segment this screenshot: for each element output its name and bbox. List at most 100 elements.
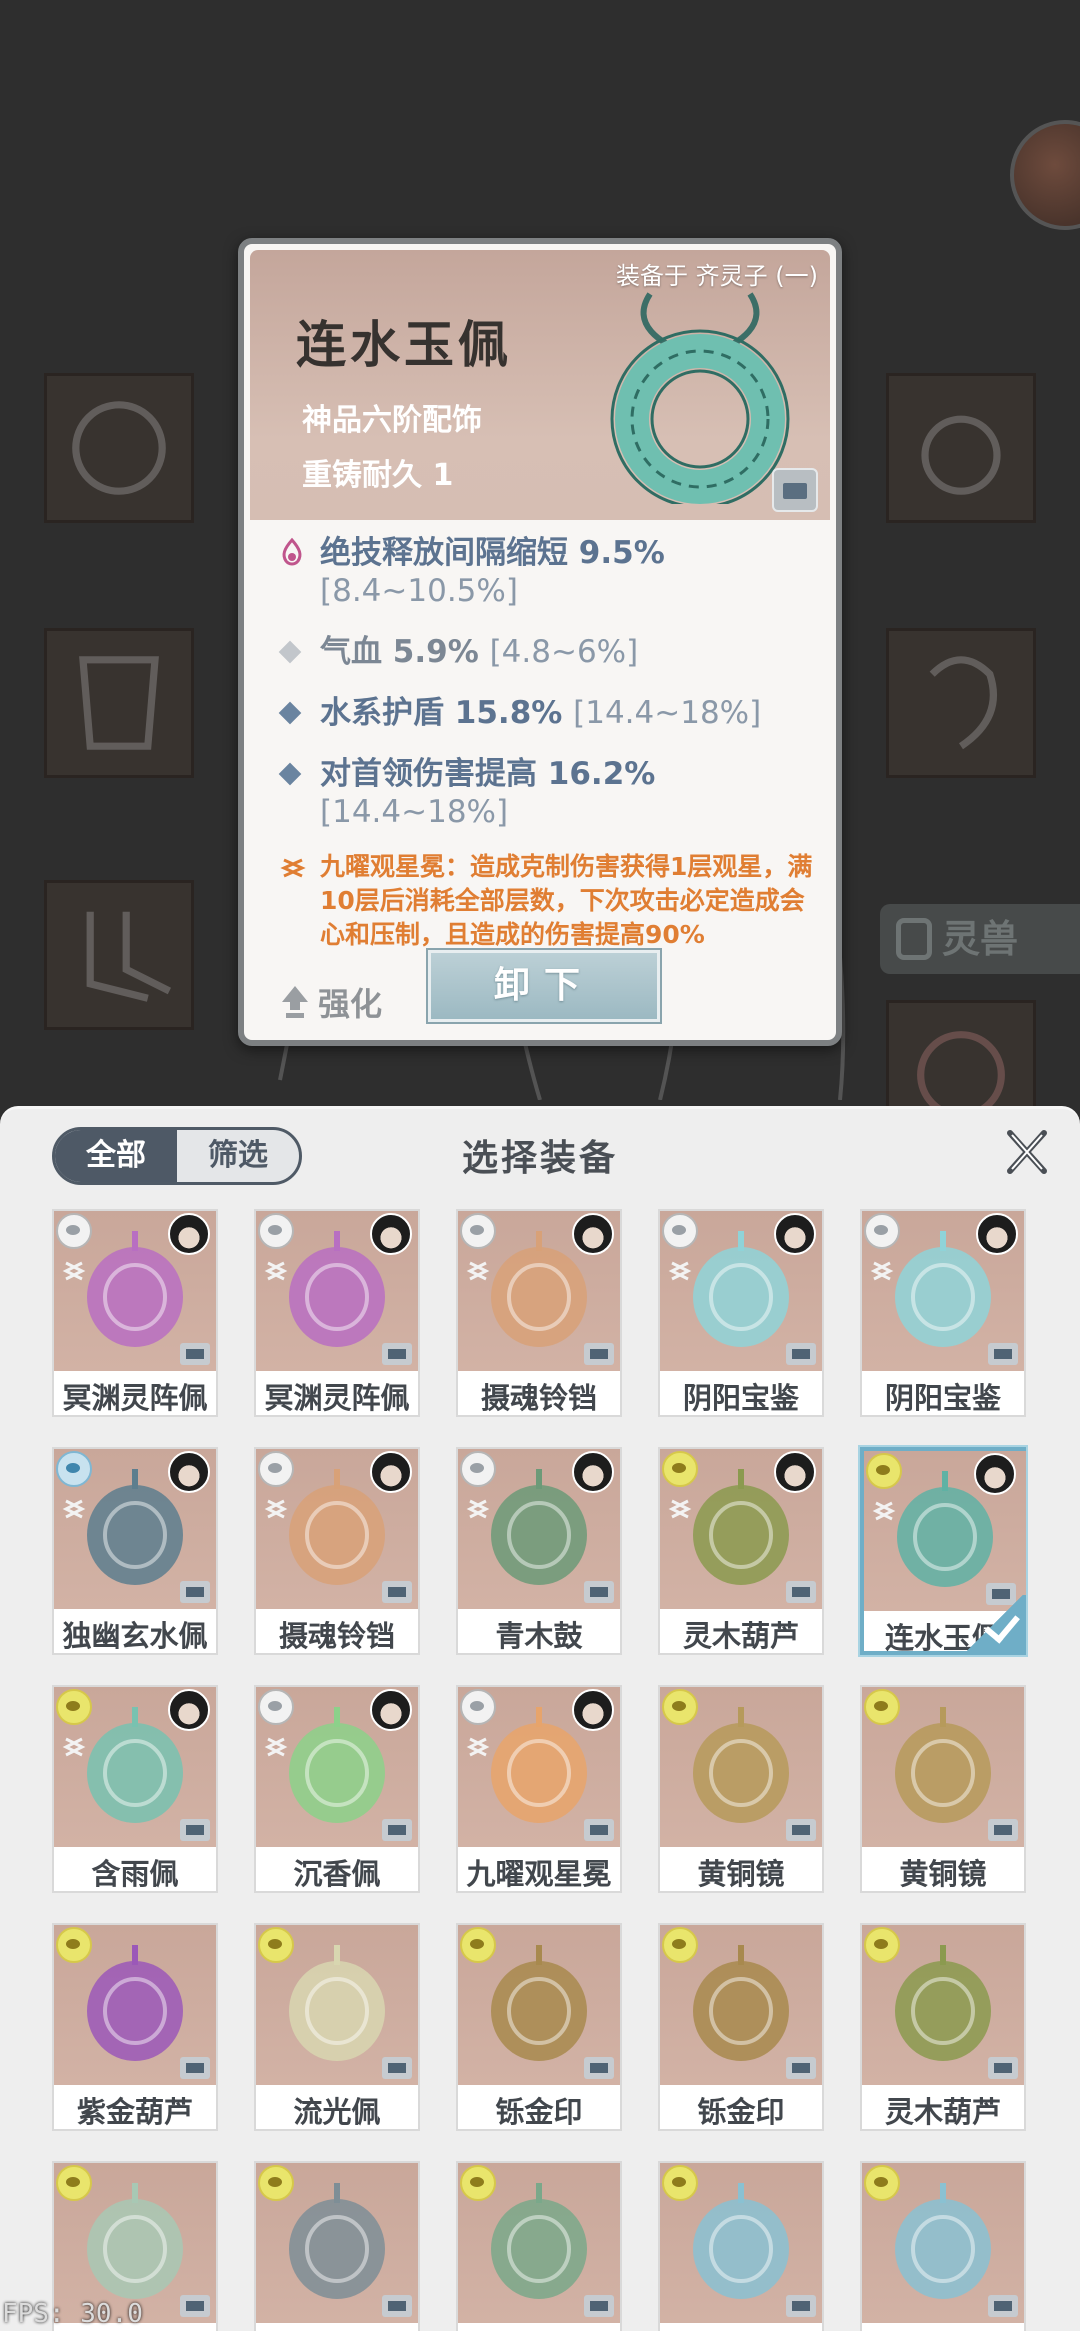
equipment-card[interactable]: 铄金印: [658, 1923, 824, 2131]
set-knot-icon: [264, 1261, 288, 1281]
element-tag-icon: [864, 1689, 900, 1725]
fps-counter: FPS: 30.0: [2, 2299, 143, 2329]
set-knot-icon: [62, 1499, 86, 1519]
item-durability: 重铸耐久 1: [302, 458, 454, 493]
element-tag-icon: [662, 1689, 698, 1725]
equipment-name: 独幽玄水佩: [62, 1619, 208, 1653]
lock-icon: [180, 1343, 210, 1365]
element-tag-icon: [258, 1451, 294, 1487]
diamond-icon: [278, 762, 302, 786]
owner-avatar: [974, 1453, 1016, 1495]
equipment-card[interactable]: 摄魂铃铛: [254, 1447, 420, 1655]
spirit-beast-tab[interactable]: 灵兽: [880, 904, 1080, 974]
equipment-card[interactable]: [860, 2161, 1026, 2331]
diamond-icon: [278, 701, 302, 725]
stat-text: 绝技释放间隔缩短 9.5%: [320, 535, 665, 571]
element-tag-icon: [460, 2165, 496, 2201]
element-tag-icon: [258, 1927, 294, 1963]
lock-icon: [786, 2057, 816, 2079]
equipment-name: 流光佩: [293, 2095, 381, 2129]
lock-button[interactable]: [772, 468, 818, 512]
equip-slot-bg[interactable]: [44, 628, 194, 778]
equipment-card[interactable]: 铄金印: [456, 1923, 622, 2131]
lock-icon: [584, 1581, 614, 1603]
lock-icon: [584, 1819, 614, 1841]
equipment-name: 黄铜镜: [899, 1857, 987, 1891]
stat-text: 对首领伤害提高 16.2%: [320, 756, 656, 792]
element-tag-icon: [258, 2165, 294, 2201]
equipment-name: 紫金葫芦: [76, 2095, 193, 2129]
equipment-card[interactable]: 青木鼓: [456, 1447, 622, 1655]
equipment-card[interactable]: 冥渊灵阵佩: [254, 1209, 420, 1417]
equipment-card[interactable]: [658, 2161, 824, 2331]
set-knot-icon: [870, 1261, 894, 1281]
equipment-name: 冥渊灵阵佩: [62, 1381, 208, 1415]
set-knot-icon: [466, 1499, 490, 1519]
element-tag-icon: [662, 1451, 698, 1487]
equipment-card[interactable]: 独幽玄水佩: [52, 1447, 218, 1655]
unequip-button[interactable]: 卸下: [426, 948, 662, 1024]
equipment-card[interactable]: 流光佩: [254, 1923, 420, 2131]
spirit-beast-icon: [896, 918, 932, 960]
equipment-card[interactable]: 阴阳宝鉴: [860, 1209, 1026, 1417]
lock-icon: [382, 1581, 412, 1603]
lock-icon: [988, 2057, 1018, 2079]
equipment-card[interactable]: 摄魂铃铛: [456, 1209, 622, 1417]
lock-icon: [382, 1819, 412, 1841]
selected-check-icon: [960, 1595, 1026, 1655]
corner-avatar-button[interactable]: [1010, 120, 1080, 230]
owner-avatar: [168, 1213, 210, 1255]
set-knot-icon: [280, 858, 306, 878]
lock-icon: [180, 2057, 210, 2079]
equipment-name: 阴阳宝鉴: [682, 1381, 799, 1415]
equipment-card[interactable]: 九曜观星冕: [456, 1685, 622, 1893]
equipment-card[interactable]: 黄铜镜: [860, 1685, 1026, 1893]
equipment-card[interactable]: 灵木葫芦: [860, 1923, 1026, 2131]
set-knot-icon: [62, 1261, 86, 1281]
set-skill: 九曜观星冕：造成克制伤害获得1层观星，满10层后消耗全部层数，下次攻击必定造成会…: [276, 850, 818, 952]
equipment-name: 铄金印: [495, 2095, 583, 2129]
close-icon[interactable]: [1002, 1127, 1052, 1177]
element-tag-icon: [460, 1927, 496, 1963]
strengthen-button[interactable]: 强化: [280, 979, 382, 1025]
element-tag-icon: [864, 2165, 900, 2201]
owner-avatar: [370, 1213, 412, 1255]
equipment-name: 黄铜镜: [697, 1857, 785, 1891]
equipment-card[interactable]: 紫金葫芦: [52, 1923, 218, 2131]
equipment-card[interactable]: 连水玉佩: [860, 1447, 1026, 1655]
set-knot-icon: [264, 1737, 288, 1757]
equipment-card[interactable]: 灵木葫芦: [658, 1447, 824, 1655]
detail-header: 装备于 齐灵子 (一) 连水玉佩 神品六阶配饰 重铸耐久 1: [250, 250, 830, 520]
stat-range: [14.4~18%]: [573, 695, 762, 731]
owner-avatar: [774, 1213, 816, 1255]
equip-slot-bg[interactable]: [886, 628, 1036, 778]
equip-slot-bg[interactable]: [44, 880, 194, 1030]
item-name: 连水玉佩: [296, 315, 512, 374]
lock-icon: [382, 1343, 412, 1365]
game-screen: 灵兽 装备于 齐灵子 (一) 连水玉佩 神品六阶配饰 重铸耐久 1 绝技释放间隔…: [0, 0, 1080, 2331]
set-knot-icon: [264, 1499, 288, 1519]
owner-avatar: [370, 1689, 412, 1731]
equipment-card[interactable]: 黄铜镜: [658, 1685, 824, 1893]
equipment-card[interactable]: 冥渊灵阵佩: [52, 1209, 218, 1417]
equipment-card[interactable]: 阴阳宝鉴: [658, 1209, 824, 1417]
equipment-name: 铄金印: [697, 2095, 785, 2129]
equipment-card[interactable]: 含雨佩: [52, 1685, 218, 1893]
lock-icon: [988, 1343, 1018, 1365]
spirit-beast-tab-label: 灵兽: [942, 917, 1019, 961]
equipment-card[interactable]: 沉香佩: [254, 1685, 420, 1893]
equip-slot-bg[interactable]: [44, 373, 194, 523]
owner-avatar: [572, 1213, 614, 1255]
equipment-name: 灵木葫芦: [884, 2095, 1001, 2129]
equipment-name: 摄魂铃铛: [278, 1619, 395, 1653]
element-tag-icon: [866, 1453, 902, 1489]
equipment-card[interactable]: [254, 2161, 420, 2331]
lock-icon: [786, 1581, 816, 1603]
diamond-icon: [278, 640, 302, 664]
owner-avatar: [572, 1689, 614, 1731]
stat-row: 绝技释放间隔缩短 9.5% [8.4~10.5%]: [276, 534, 818, 610]
owner-avatar: [774, 1451, 816, 1493]
equip-slot-bg[interactable]: [886, 373, 1036, 523]
equipment-select-panel: 全部 筛选 选择装备 冥渊灵阵佩 冥渊灵阵佩 摄魂铃铛 阴阳宝鉴 阴阳宝鉴 独幽玄水佩 摄魂…: [0, 1106, 1080, 2331]
equipment-card[interactable]: [456, 2161, 622, 2331]
